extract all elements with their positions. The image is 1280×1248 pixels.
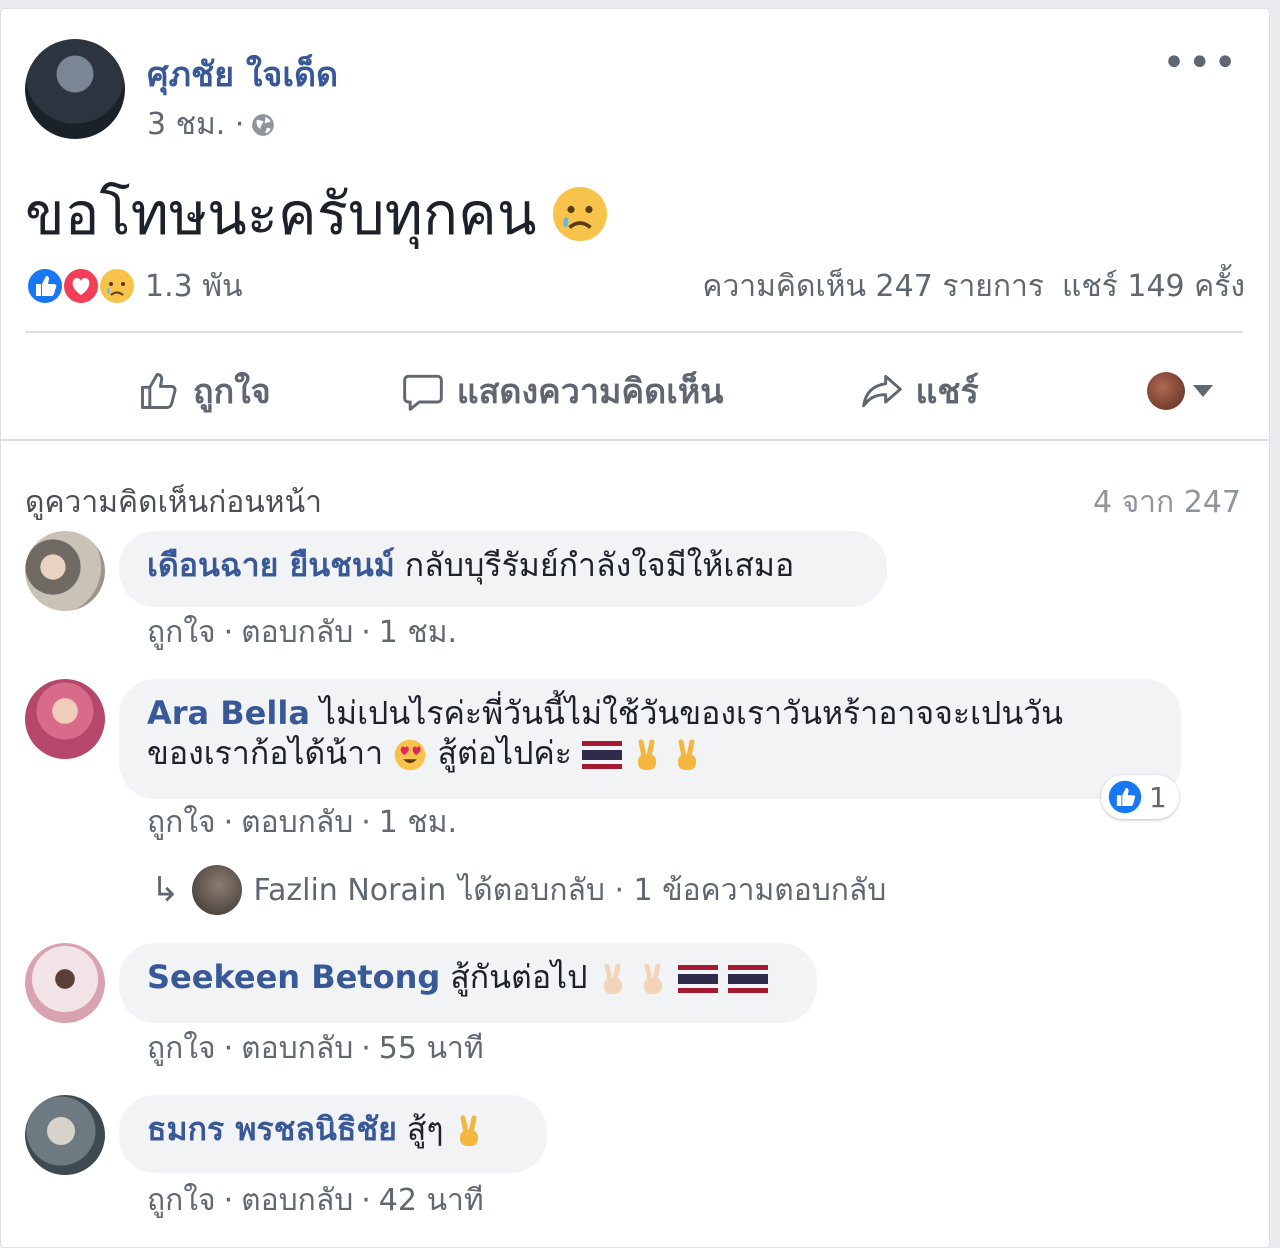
comment-time[interactable]: 1 ชม. — [379, 805, 457, 840]
sad-tear-emoji-icon — [553, 186, 608, 241]
comment-actions: ถูกใจ · ตอบกลับ · 42 นาที — [147, 1177, 484, 1224]
author-name[interactable]: ศุภชัย ใจเด็ด — [147, 47, 338, 101]
like-reaction-icon — [1108, 780, 1142, 814]
like-reaction-icon — [26, 267, 64, 305]
heart-eyes-emoji-icon — [394, 739, 426, 771]
commenter-avatar[interactable] — [25, 943, 105, 1023]
comment-like-badge[interactable]: 1 — [1101, 775, 1179, 819]
comment-reply-link[interactable]: ตอบกลับ — [241, 1183, 353, 1218]
comment-item: ธมกร พรชลนิธิชัย สู้ๆ ถูกใจ · ตอบกลับ · 42 นา… — [25, 1095, 1225, 1218]
commenter-name[interactable]: ธมกร พรชลนิธิชัย — [147, 1110, 397, 1148]
comment-time[interactable]: 55 นาที — [379, 1031, 484, 1066]
post-meta: 3 ชม. · — [147, 101, 276, 148]
separator-dot: · — [223, 1183, 234, 1218]
comment-reply-link[interactable]: ตอบกลับ — [241, 1031, 353, 1066]
comment-time[interactable]: 42 นาที — [379, 1183, 484, 1218]
commenter-name[interactable]: Seekeen Betong — [147, 958, 440, 996]
comment-like-link[interactable]: ถูกใจ — [147, 1031, 216, 1066]
post-time[interactable]: 3 ชม. · — [147, 101, 244, 148]
replier-name: Fazlin Norain — [253, 872, 447, 908]
post-text: ขอโทษนะครับทุกคน — [25, 167, 610, 260]
comment-actions: ถูกใจ · ตอบกลับ · 1 ชม. — [147, 799, 457, 846]
reply-summary-text: ได้ตอบกลับ · 1 ข้อความตอบกลับ — [458, 872, 887, 908]
chevron-down-icon — [1193, 385, 1213, 397]
comment-text: กลับบุรีรัมย์กำลังใจมีให้เสมอ — [404, 546, 795, 584]
reaction-icons[interactable] — [25, 266, 136, 306]
post-text-content: ขอโทษนะครับทุกคน — [25, 180, 537, 248]
action-bar: ถูกใจ แสดงความคิดเห็น แชร์ — [25, 345, 1243, 437]
comment-bubble: เดือนฉาย ยืนชนม์ กลับบุรีรัมย์กำลังใจมีให… — [119, 531, 887, 607]
thailand-flag-icon — [582, 741, 623, 769]
comment-text: ของเราก้อได้น้าา — [147, 734, 384, 772]
commenter-name[interactable]: Ara Bella — [147, 694, 310, 732]
separator-dot: · — [223, 805, 234, 840]
separator-dot: · — [361, 1183, 371, 1218]
comment-like-count: 1 — [1149, 780, 1167, 814]
separator-dot: · — [223, 1031, 234, 1066]
comment-button[interactable]: แสดงความคิดเห็น — [401, 364, 724, 418]
view-previous-comments[interactable]: ดูความคิดเห็นก่อนหน้า — [25, 479, 322, 526]
love-reaction-icon — [62, 267, 100, 305]
share-button[interactable]: แชร์ — [860, 364, 979, 418]
divider — [25, 331, 1243, 333]
commenter-avatar[interactable] — [25, 531, 105, 611]
share-arrow-icon — [861, 374, 902, 408]
comment-time[interactable]: 1 ชม. — [379, 615, 457, 650]
engagement-counts: ความคิดเห็น 247 รายการ แชร์ 149 ครั้ง — [702, 263, 1245, 310]
separator-dot: · — [361, 805, 371, 840]
victory-hand-icon — [638, 739, 657, 770]
share-label: แชร์ — [915, 372, 979, 412]
comment-item: Ara Bella ไม่เปนไรค่ะพี่วันนี้ไม่ใช้วันขอ… — [25, 679, 1225, 849]
globe-icon — [252, 113, 275, 136]
commenter-avatar[interactable] — [25, 1095, 105, 1175]
separator-dot: · — [361, 615, 371, 650]
thailand-flag-icon — [728, 965, 769, 993]
comment-like-link[interactable]: ถูกใจ — [147, 615, 216, 650]
comment-icon — [402, 374, 443, 411]
victory-hand-icon — [643, 963, 662, 994]
audience-avatar — [1147, 372, 1185, 410]
comment-text: สู้ต่อไปค่ะ — [437, 734, 572, 772]
author-avatar[interactable] — [25, 39, 125, 139]
view-replies-link[interactable]: ↳ Fazlin Norain ได้ตอบกลับ · 1 ข้อความตอ… — [151, 865, 886, 915]
shares-count[interactable]: แชร์ 149 ครั้ง — [1062, 263, 1245, 310]
like-button[interactable]: ถูกใจ — [137, 364, 271, 418]
separator-dot: · — [223, 615, 234, 650]
comment-actions: ถูกใจ · ตอบกลับ · 1 ชม. — [147, 609, 457, 656]
comment-bubble: Ara Bella ไม่เปนไรค่ะพี่วันนี้ไม่ใช้วันขอ… — [119, 679, 1181, 799]
reaction-count[interactable]: 1.3 พัน — [145, 263, 243, 310]
comment-label: แสดงความคิดเห็น — [456, 372, 724, 412]
victory-hand-icon — [603, 963, 622, 994]
comments-count[interactable]: ความคิดเห็น 247 รายการ — [702, 263, 1044, 310]
comment-text: สู้ๆ — [406, 1110, 444, 1148]
separator-dot: · — [361, 1031, 371, 1066]
sad-reaction-icon — [98, 267, 136, 305]
comment-text: สู้กันต่อไป — [450, 958, 588, 996]
victory-hand-icon — [678, 739, 697, 770]
comment-reply-link[interactable]: ตอบกลับ — [241, 615, 353, 650]
audience-selector[interactable] — [1147, 372, 1213, 410]
reaction-summary: 1.3 พัน ความคิดเห็น 247 รายการ แชร์ 149 … — [25, 261, 1245, 311]
comment-like-link[interactable]: ถูกใจ — [147, 805, 216, 840]
comment-like-link[interactable]: ถูกใจ — [147, 1183, 216, 1218]
comment-bubble: Seekeen Betong สู้กันต่อไป — [119, 943, 817, 1023]
thumbs-up-icon — [141, 373, 177, 409]
victory-hand-icon — [459, 1115, 478, 1146]
post-card: ศุภชัย ใจเด็ด 3 ชม. · ••• ขอโทษนะครับทุก… — [0, 8, 1270, 1248]
comments-count-of: 4 จาก 247 — [1092, 485, 1241, 520]
comment-actions: ถูกใจ · ตอบกลับ · 55 นาที — [147, 1025, 484, 1072]
reply-arrow-icon: ↳ — [151, 870, 180, 910]
more-options-icon[interactable]: ••• — [1162, 43, 1239, 83]
replier-avatar — [191, 865, 242, 915]
commenter-name[interactable]: เดือนฉาย ยืนชนม์ — [147, 546, 395, 584]
thailand-flag-icon — [677, 965, 718, 993]
comment-item: Seekeen Betong สู้กันต่อไป ถูกใจ · ตอบกล… — [25, 943, 1225, 1066]
comment-text: ไม่เปนไรค่ะพี่วันนี้ไม่ใช้วันของเราวันหร… — [319, 694, 1064, 732]
commenter-avatar[interactable] — [25, 679, 105, 759]
comment-bubble: ธมกร พรชลนิธิชัย สู้ๆ — [119, 1095, 547, 1173]
comments-section: ดูความคิดเห็นก่อนหน้า 4 จาก 247 เดือนฉาย… — [1, 439, 1269, 1241]
comment-item: เดือนฉาย ยืนชนม์ กลับบุรีรัมย์กำลังใจมีให… — [25, 531, 1225, 651]
comment-reply-link[interactable]: ตอบกลับ — [241, 805, 353, 840]
like-label: ถูกใจ — [193, 372, 271, 412]
